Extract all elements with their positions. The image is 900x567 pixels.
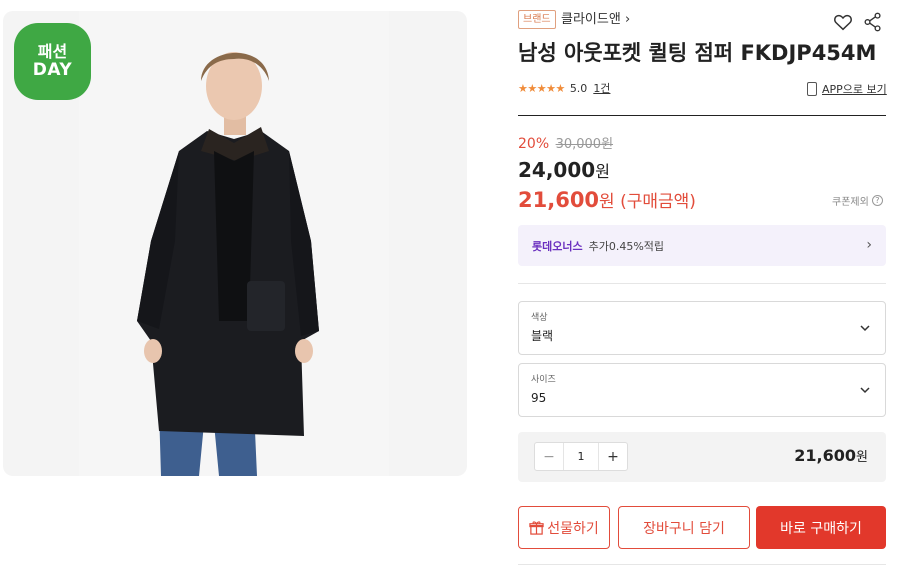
- discount-row: 20% 30,000원: [518, 135, 613, 154]
- gift-button[interactable]: 선물하기: [518, 506, 610, 549]
- brand-name: 클라이드앤: [561, 12, 621, 27]
- rating-row: ★★★★★ 5.0 1건: [518, 80, 610, 96]
- product-title: 남성 아웃포켓 퀼팅 점퍼 FKDJP454M: [518, 41, 877, 65]
- divider: [518, 115, 886, 116]
- buy-now-button[interactable]: 바로 구매하기: [756, 506, 886, 549]
- coupon-excluded-note[interactable]: 쿠폰제외 ?: [832, 193, 883, 208]
- divider: [518, 564, 886, 565]
- points-brand: 롯데오너스: [532, 239, 583, 253]
- sale-price-unit: 원: [595, 162, 610, 181]
- app-view-label: APP으로 보기: [822, 83, 887, 96]
- brand-link[interactable]: 클라이드앤 ›: [561, 10, 630, 29]
- lotte-owners-points-banner[interactable]: 롯데오너스 추가0.45%적립 ›: [518, 225, 886, 266]
- product-photo: [79, 11, 389, 476]
- sale-price: 24,000원: [518, 157, 610, 185]
- rating-value: 5.0: [569, 81, 588, 95]
- final-price: 21,600원 (구매금액): [518, 186, 696, 216]
- color-select-value: 블랙: [531, 329, 554, 343]
- buy-button-label: 바로 구매하기: [780, 520, 862, 537]
- add-to-cart-button[interactable]: 장바구니 담기: [618, 506, 750, 549]
- quantity-panel: − 1 + 21,600원: [518, 432, 886, 482]
- fashion-day-badge: 패션 DAY: [14, 23, 91, 100]
- share-icon[interactable]: [863, 11, 883, 33]
- color-select-label: 색상: [531, 313, 548, 323]
- points-text: 추가0.45%적립: [588, 239, 665, 253]
- quantity-input[interactable]: 1: [563, 443, 599, 470]
- heart-icon[interactable]: [832, 11, 854, 33]
- info-icon: ?: [871, 195, 883, 206]
- quantity-stepper: − 1 +: [534, 442, 628, 471]
- app-view-link[interactable]: APP으로 보기: [807, 80, 887, 98]
- review-count-link[interactable]: 1건: [593, 80, 610, 96]
- badge-line2: DAY: [32, 59, 73, 80]
- total-price: 21,600원: [794, 444, 868, 470]
- divider: [518, 283, 886, 284]
- quantity-minus-button[interactable]: −: [535, 443, 563, 470]
- quantity-plus-button[interactable]: +: [599, 443, 627, 470]
- sale-price-value: 24,000: [518, 158, 596, 182]
- size-select-value: 95: [531, 391, 547, 405]
- gift-icon: [529, 521, 544, 535]
- cart-button-label: 장바구니 담기: [643, 520, 725, 537]
- size-select-label: 사이즈: [531, 375, 556, 385]
- final-price-unit: 원 (구매금액): [599, 192, 696, 212]
- brand-tag: 브랜드: [518, 10, 556, 29]
- total-price-unit: 원: [856, 450, 868, 465]
- product-image-area[interactable]: 패션 DAY: [3, 11, 467, 476]
- star-rating-icon: ★★★★★: [518, 81, 565, 95]
- size-select[interactable]: 사이즈 95: [518, 363, 886, 417]
- chevron-right-icon: ›: [866, 237, 872, 253]
- final-price-value: 21,600: [518, 188, 600, 212]
- gift-button-label: 선물하기: [547, 520, 599, 537]
- chevron-down-icon: [860, 325, 870, 332]
- chevron-down-icon: [860, 387, 870, 394]
- original-price: 30,000원: [555, 137, 614, 152]
- badge-line1: 패션: [37, 41, 68, 61]
- total-price-value: 21,600: [794, 446, 857, 465]
- discount-rate: 20%: [518, 136, 550, 152]
- color-select[interactable]: 색상 블랙: [518, 301, 886, 355]
- coupon-note-label: 쿠폰제외: [832, 197, 869, 208]
- phone-icon: [807, 82, 817, 96]
